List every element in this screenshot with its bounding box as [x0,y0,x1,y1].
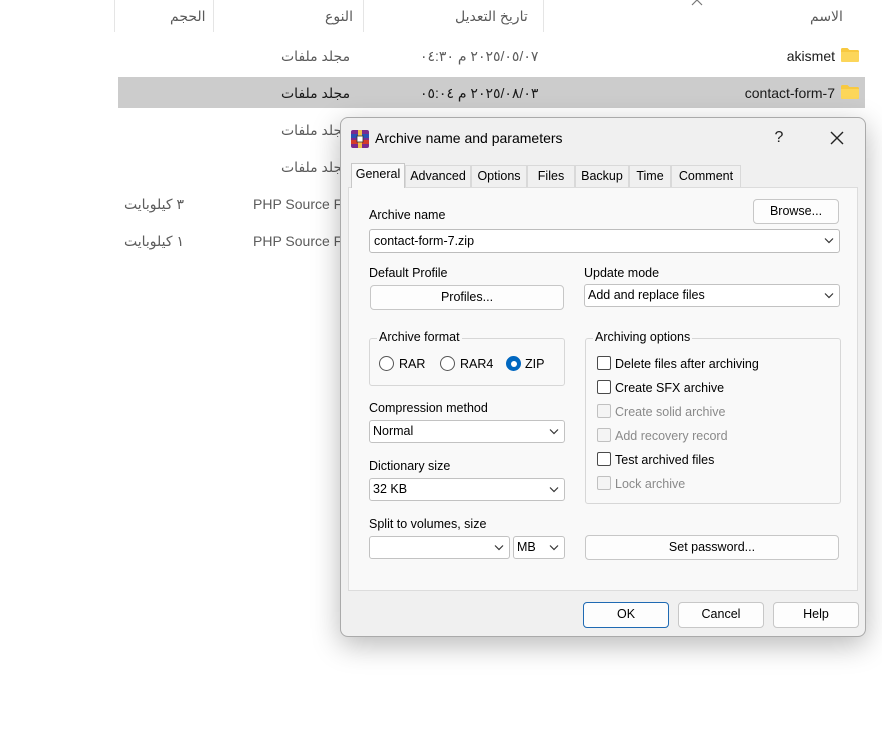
file-name: akismet [786,48,835,64]
radio-rar-label[interactable]: RAR [399,357,425,371]
dictionary-size-value: 32 KB [373,482,408,496]
dictionary-size-label: Dictionary size [369,459,451,473]
ok-button[interactable]: OK [583,602,669,628]
file-type: مجلد ملفات [281,48,351,64]
tab-options[interactable]: Options [471,165,527,187]
chevron-down-icon [824,293,834,299]
dictionary-size-select[interactable]: 32 KB [369,478,565,501]
file-size: ١ كيلوبايت [124,233,184,249]
browse-button[interactable]: Browse... [753,199,839,224]
tab-advanced[interactable]: Advanced [405,165,471,187]
checkbox-create-solid [597,404,611,418]
chevron-down-icon [549,545,559,551]
archive-name-label: Archive name [369,208,446,222]
column-header-type[interactable]: النوع [325,0,353,32]
split-unit-value: MB [517,540,536,554]
archiving-options-title: Archiving options [593,330,693,344]
checkbox-test-archived-label[interactable]: Test archived files [615,453,714,467]
default-profile-label: Default Profile [369,266,448,280]
set-password-button[interactable]: Set password... [585,535,839,560]
radio-zip[interactable] [506,356,521,371]
checkbox-test-archived[interactable] [597,452,611,466]
checkbox-recovery-record-label: Add recovery record [615,429,728,443]
column-divider[interactable] [363,0,364,32]
dialog-title: Archive name and parameters [375,130,563,146]
file-row[interactable]: akismet ٢٠٢٥/٠٥/٠٧ م ٠٤:٣٠ مجلد ملفات [118,40,865,71]
checkbox-lock-archive [597,476,611,490]
cancel-button[interactable]: Cancel [678,602,764,628]
tab-time[interactable]: Time [629,165,671,187]
checkbox-create-solid-label: Create solid archive [615,405,726,419]
chevron-down-icon [494,545,504,551]
update-mode-value: Add and replace files [588,288,705,302]
tab-files[interactable]: Files [527,165,575,187]
folder-icon [841,85,859,99]
radio-rar[interactable] [379,356,394,371]
compression-method-select[interactable]: Normal [369,420,565,443]
archive-name-value: contact-form-7.zip [374,234,475,248]
profiles-button[interactable]: Profiles... [370,285,564,310]
checkbox-delete-files-label[interactable]: Delete files after archiving [615,357,759,371]
file-row-selected[interactable]: contact-form-7 ٢٠٢٥/٠٨/٠٣ م ٠٥:٠٤ مجلد م… [118,77,865,108]
column-header-name[interactable]: الاسم [810,0,843,32]
radio-zip-label[interactable]: ZIP [525,357,544,371]
column-divider[interactable] [114,0,115,32]
split-unit-select[interactable]: MB [513,536,565,559]
radio-rar4[interactable] [440,356,455,371]
column-divider[interactable] [213,0,214,32]
update-mode-select[interactable]: Add and replace files [584,284,840,307]
file-modified: ٢٠٢٥/٠٥/٠٧ م ٠٤:٣٠ [420,48,539,64]
update-mode-label: Update mode [584,266,660,280]
file-type: PHP Source F [253,233,343,249]
column-divider[interactable] [543,0,544,32]
chevron-down-icon [549,429,559,435]
column-header-modified[interactable]: تاريخ التعديل [455,0,528,32]
folder-icon [841,48,859,62]
checkbox-recovery-record [597,428,611,442]
close-icon[interactable] [819,124,855,152]
checkbox-create-sfx-label[interactable]: Create SFX archive [615,381,724,395]
file-name: contact-form-7 [744,85,835,101]
title-help-button[interactable]: ? [761,126,797,150]
compression-method-value: Normal [373,424,414,438]
winrar-icon [351,130,369,148]
compression-method-label: Compression method [369,401,488,415]
checkbox-lock-archive-label: Lock archive [615,477,686,491]
file-modified: ٢٠٢٥/٠٨/٠٣ م ٠٥:٠٤ [420,85,539,101]
tab-general[interactable]: General [351,163,405,188]
archive-name-field[interactable]: contact-form-7.zip [369,229,840,253]
radio-rar4-label[interactable]: RAR4 [460,357,493,371]
checkbox-create-sfx[interactable] [597,380,611,394]
file-size: ٣ كيلوبايت [124,196,184,212]
checkbox-delete-files[interactable] [597,356,611,370]
tab-comment[interactable]: Comment [671,165,741,187]
column-header-size[interactable]: الحجم [170,0,206,32]
split-volumes-label: Split to volumes, size [369,517,487,531]
tab-backup[interactable]: Backup [575,165,629,187]
chevron-down-icon[interactable] [824,237,834,244]
split-volumes-select[interactable] [369,536,510,559]
help-button[interactable]: Help [773,602,859,628]
chevron-down-icon [549,487,559,493]
archive-dialog: Archive name and parameters ? General Ad… [340,117,866,637]
file-type: مجلد ملفات [281,85,351,101]
archive-format-title: Archive format [377,330,462,344]
file-type: PHP Source F [253,196,343,212]
sort-caret-icon [691,0,703,6]
